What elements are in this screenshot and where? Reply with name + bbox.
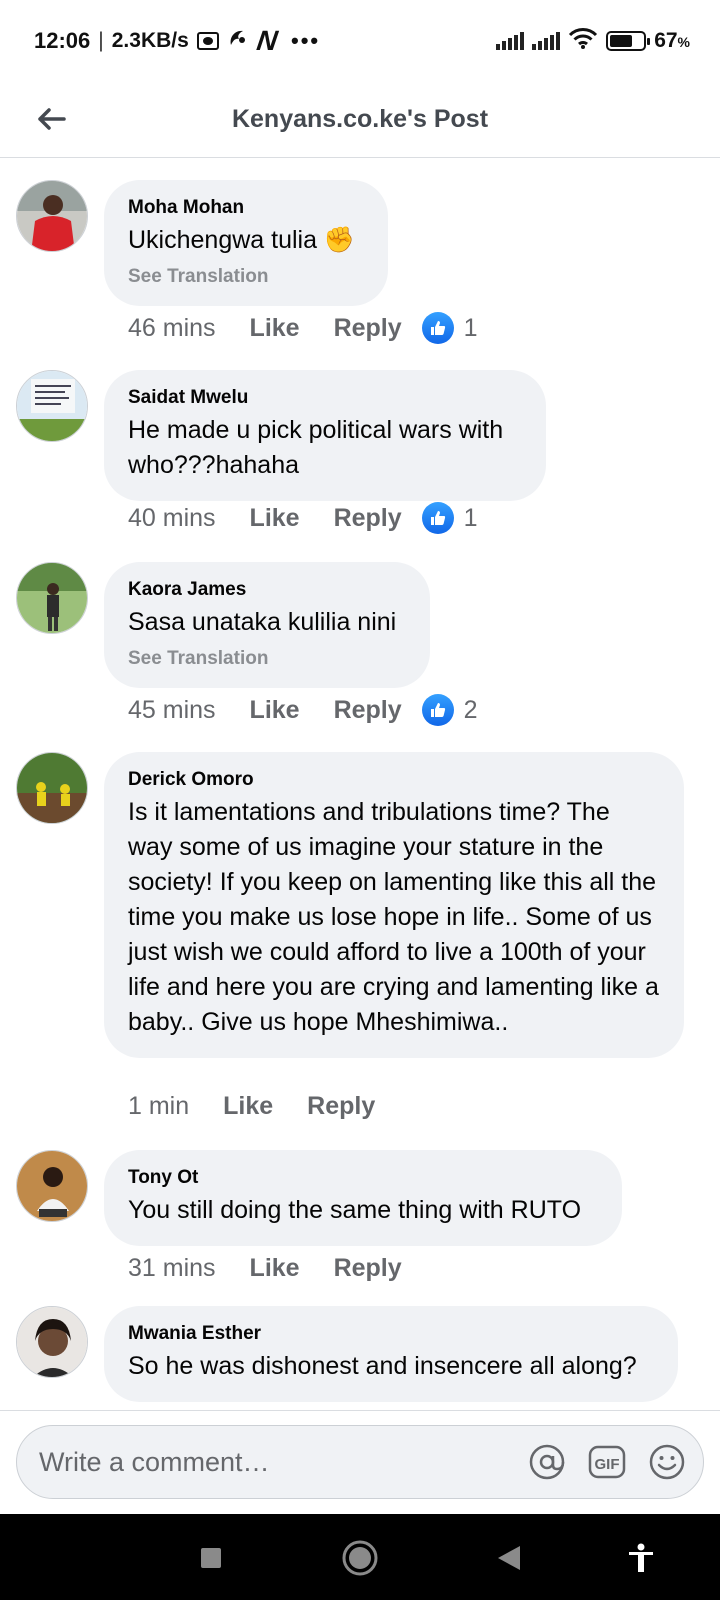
thumbs-up-icon: [421, 312, 454, 344]
battery-percent: 67%: [654, 29, 690, 53]
comment-author[interactable]: Saidat Mwelu: [128, 386, 522, 410]
reply-button[interactable]: Reply: [307, 1092, 375, 1121]
circle-icon: [342, 1540, 378, 1576]
like-button[interactable]: Like: [250, 314, 300, 343]
triangle-back-icon: [498, 1546, 520, 1570]
gif-label: GIF: [595, 1456, 620, 1473]
comment-time[interactable]: 40 mins: [128, 504, 216, 533]
comment-time[interactable]: 45 mins: [128, 696, 216, 725]
comment-actions: 1 min Like Reply: [128, 1092, 395, 1121]
network-speed: 2.3KB/s: [111, 29, 189, 52]
avatar[interactable]: [16, 1306, 88, 1378]
battery-percent-unit: %: [677, 34, 690, 50]
status-left: 12:06 | 2.3KB/s N •••: [34, 25, 320, 57]
at-icon[interactable]: [527, 1442, 567, 1482]
wifi-icon: [568, 27, 598, 55]
back-nav-button[interactable]: [488, 1537, 530, 1579]
reply-button[interactable]: Reply: [334, 696, 402, 725]
composer-icons: GIF: [527, 1442, 687, 1482]
comment-text: So he was dishonest and insencere all al…: [128, 1352, 637, 1380]
like-button[interactable]: Like: [250, 1254, 300, 1283]
signal-icon: [496, 32, 525, 50]
comment-bubble: Moha Mohan Ukichengwa tulia ✊ See Transl…: [104, 180, 388, 306]
see-translation-link[interactable]: See Translation: [128, 648, 406, 670]
avatar[interactable]: [16, 180, 88, 252]
status-bar: 12:06 | 2.3KB/s N ••• 67%: [0, 0, 720, 82]
more-notifications-icon: •••: [291, 28, 321, 53]
battery-icon: [606, 31, 651, 51]
comment-time[interactable]: 1 min: [128, 1092, 189, 1121]
status-time: 12:06: [34, 28, 91, 53]
reply-button[interactable]: Reply: [334, 314, 402, 343]
comment-text: Is it lamentations and tribulations time…: [128, 798, 659, 1036]
avatar[interactable]: [16, 1150, 88, 1222]
avatar[interactable]: [16, 370, 88, 442]
like-button[interactable]: Like: [250, 696, 300, 725]
comment-bubble: Mwania Esther So he was dishonest and in…: [104, 1306, 678, 1402]
swirl-app-icon: [227, 27, 249, 55]
reaction-count[interactable]: 1: [421, 502, 478, 534]
comment-time[interactable]: 46 mins: [128, 314, 216, 343]
reaction-count-value: 1: [463, 313, 478, 342]
gif-icon[interactable]: GIF: [587, 1442, 627, 1482]
reply-button[interactable]: Reply: [334, 1254, 402, 1283]
accessibility-button[interactable]: [620, 1537, 662, 1579]
comment-actions: 46 mins Like Reply 1: [128, 312, 478, 344]
comment-input-placeholder: Write a comment…: [39, 1446, 270, 1477]
reaction-count[interactable]: 2: [421, 694, 478, 726]
notification-icon: [196, 32, 219, 50]
comment-actions: 45 mins Like Reply 2: [128, 694, 478, 726]
accessibility-icon: [629, 1543, 653, 1572]
comment-author[interactable]: Mwania Esther: [128, 1322, 654, 1346]
back-button[interactable]: [26, 94, 76, 144]
comment-author[interactable]: Tony Ot: [128, 1166, 598, 1190]
reply-button[interactable]: Reply: [334, 504, 402, 533]
like-button[interactable]: Like: [223, 1092, 273, 1121]
status-separator: |: [98, 29, 104, 52]
battery-level: [610, 35, 632, 47]
comment-bubble: Derick Omoro Is it lamentations and trib…: [104, 752, 684, 1058]
comment-text: Sasa unataka kulilia nini: [128, 608, 397, 636]
system-nav-bar: [0, 1514, 720, 1600]
signal-icon: [532, 32, 561, 50]
comment-composer-bar: Write a comment… GIF: [0, 1410, 720, 1514]
comment-text: Ukichengwa tulia ✊: [128, 226, 356, 254]
arrow-left-icon: [38, 108, 66, 130]
battery-percent-value: 67: [654, 29, 678, 52]
thumbs-up-icon: [421, 694, 454, 726]
comment-time[interactable]: 31 mins: [128, 1254, 216, 1283]
comment-text: He made u pick political wars with who??…: [128, 416, 504, 479]
recent-apps-button[interactable]: [190, 1537, 232, 1579]
smiley-icon[interactable]: [647, 1442, 687, 1482]
see-translation-link[interactable]: See Translation: [128, 266, 364, 288]
comment-input[interactable]: Write a comment… GIF: [16, 1425, 704, 1499]
post-header: Kenyans.co.ke's Post: [0, 82, 720, 158]
reaction-count[interactable]: 1: [421, 312, 478, 344]
square-icon: [201, 1548, 221, 1568]
home-button[interactable]: [339, 1537, 381, 1579]
comment-author[interactable]: Moha Mohan: [128, 196, 364, 220]
comment-actions: 31 mins Like Reply: [128, 1254, 422, 1283]
status-right: 67%: [496, 27, 690, 55]
comment-bubble: Saidat Mwelu He made u pick political wa…: [104, 370, 546, 501]
comment-actions: 40 mins Like Reply 1: [128, 502, 478, 534]
comment-author[interactable]: Kaora James: [128, 578, 406, 602]
comment-bubble: Kaora James Sasa unataka kulilia nini Se…: [104, 562, 430, 688]
reaction-count-value: 2: [463, 695, 478, 724]
avatar[interactable]: [16, 752, 88, 824]
comment-bubble: Tony Ot You still doing the same thing w…: [104, 1150, 622, 1246]
comment-author[interactable]: Derick Omoro: [128, 768, 660, 792]
comments-list: Moha Mohan Ukichengwa tulia ✊ See Transl…: [0, 158, 720, 1410]
thumbs-up-icon: [421, 502, 454, 534]
like-button[interactable]: Like: [250, 504, 300, 533]
comment-text: You still doing the same thing with RUTO: [128, 1196, 582, 1224]
page-title: Kenyans.co.ke's Post: [231, 105, 489, 133]
n-app-icon: N: [254, 25, 280, 56]
reaction-count-value: 1: [463, 503, 478, 532]
avatar[interactable]: [16, 562, 88, 634]
